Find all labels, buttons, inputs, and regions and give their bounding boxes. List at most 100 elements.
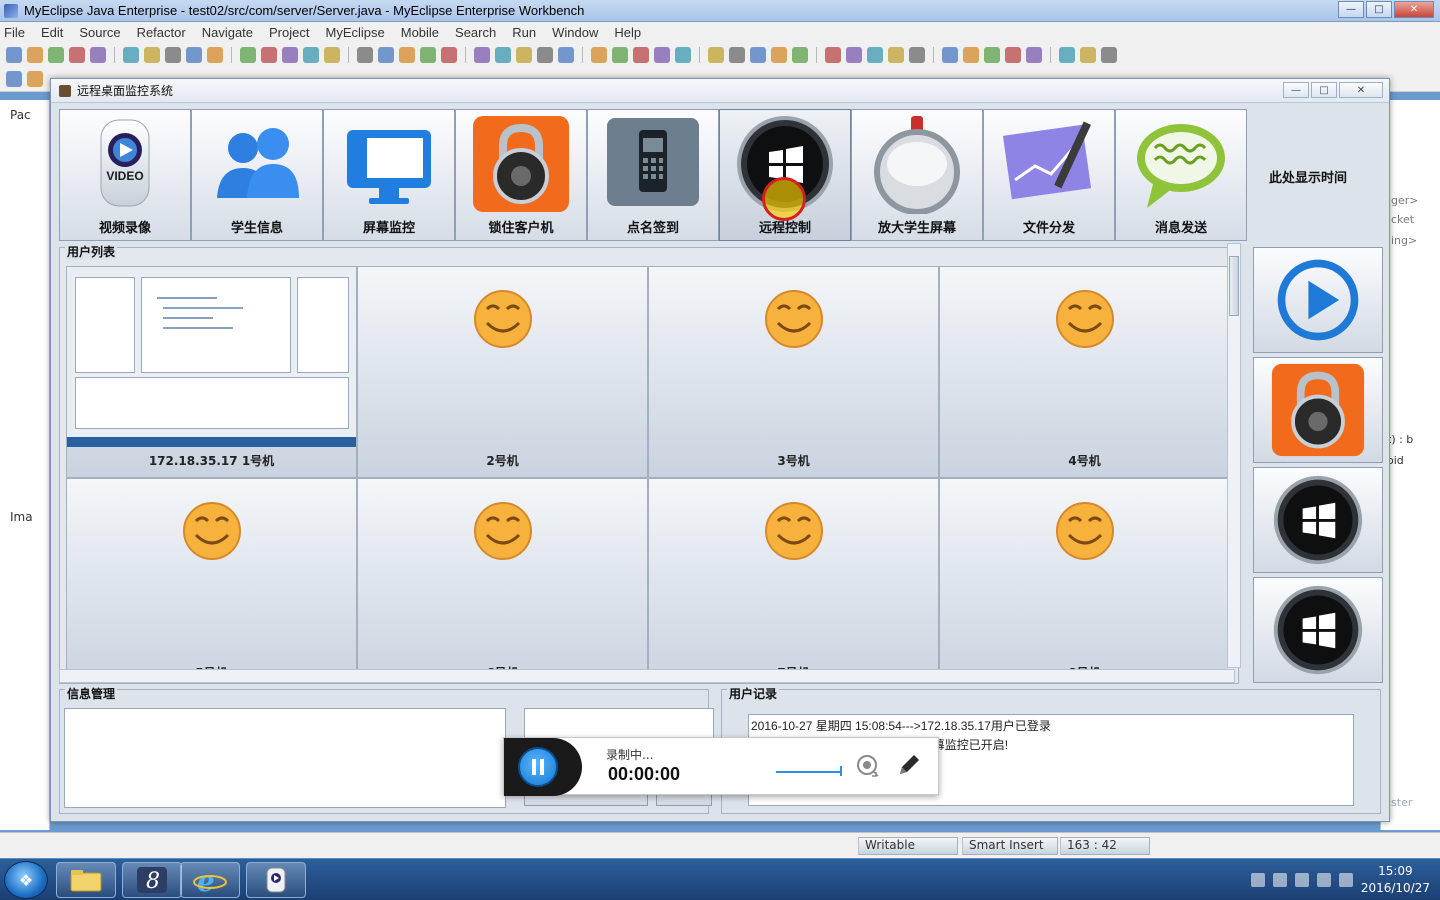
toolbar-icon[interactable]	[90, 47, 106, 63]
keyboard-icon[interactable]	[1250, 873, 1265, 887]
app-minimize-button[interactable]: —	[1283, 82, 1309, 98]
toolbar-icon[interactable]	[207, 47, 223, 63]
toolbar-icon[interactable]	[261, 47, 277, 63]
file-distribute-button[interactable]: 文件分发	[983, 109, 1115, 241]
ide-minimize-button[interactable]: —	[1338, 1, 1364, 18]
menu-run[interactable]: Run	[512, 25, 536, 40]
webcam-icon[interactable]	[856, 754, 880, 778]
toolbar-icon[interactable]	[1059, 47, 1075, 63]
image-view-tab[interactable]: Ima	[10, 510, 33, 524]
app-close-button[interactable]: ✕	[1339, 82, 1383, 98]
toolbar-icon[interactable]	[984, 47, 1000, 63]
toolbar-icon[interactable]	[558, 47, 574, 63]
ide-maximize-button[interactable]: □	[1366, 1, 1392, 18]
app-maximize-button[interactable]: □	[1311, 82, 1337, 98]
client-tile[interactable]: 2号机	[357, 266, 648, 478]
toolbar-icon[interactable]	[123, 47, 139, 63]
lock-client-button[interactable]: 锁住客户机	[455, 109, 587, 241]
client-tile[interactable]: 3号机	[648, 266, 939, 478]
toolbar-icon[interactable]	[1005, 47, 1021, 63]
toolbar-icon[interactable]	[942, 47, 958, 63]
toolbar-icon[interactable]	[495, 47, 511, 63]
start-button[interactable]: ❖	[4, 861, 48, 899]
toolbar-icon[interactable]	[165, 47, 181, 63]
scrollbar-thumb[interactable]	[1229, 256, 1239, 316]
client-tile[interactable]: 172.18.35.17 1号机	[66, 266, 357, 478]
toolbar-icon[interactable]	[675, 47, 691, 63]
toolbar-icon[interactable]	[963, 47, 979, 63]
menu-refactor[interactable]: Refactor	[137, 25, 186, 40]
roll-call-button[interactable]: 点名签到	[587, 109, 719, 241]
info-text-area[interactable]	[64, 708, 506, 808]
menu-window[interactable]: Window	[552, 25, 598, 40]
toolbar-icon[interactable]	[537, 47, 553, 63]
volume-slider-handle[interactable]	[840, 766, 842, 776]
screen-monitor-button[interactable]: 屏幕监控	[323, 109, 455, 241]
side-lock-button[interactable]	[1253, 357, 1383, 463]
client-tile[interactable]: 5号机	[66, 478, 357, 672]
send-message-button[interactable]: 消息发送	[1115, 109, 1247, 241]
toolbar-icon[interactable]	[867, 47, 883, 63]
side-play-button[interactable]	[1253, 247, 1383, 353]
network-icon[interactable]	[1294, 873, 1309, 887]
side-remote-control-button[interactable]	[1253, 467, 1383, 573]
menu-mobile[interactable]: Mobile	[401, 25, 439, 40]
user-list-vertical-scrollbar[interactable]	[1227, 243, 1241, 668]
toolbar-icon[interactable]	[1026, 47, 1042, 63]
student-info-button[interactable]: 学生信息	[191, 109, 323, 241]
toolbar-icon[interactable]	[186, 47, 202, 63]
side-remote-control-button-2[interactable]	[1253, 577, 1383, 683]
toolbar-icon[interactable]	[729, 47, 745, 63]
client-tile[interactable]: 8号机	[939, 478, 1228, 672]
toolbar-icon[interactable]	[420, 47, 436, 63]
ie-taskbar-button[interactable]: e	[180, 862, 240, 898]
menu-edit[interactable]: Edit	[41, 25, 63, 40]
toolbar-icon[interactable]	[750, 47, 766, 63]
toolbar-icon[interactable]	[591, 47, 607, 63]
video-record-button[interactable]: VIDEO 视频录像	[59, 109, 191, 241]
toolbar-icon[interactable]	[516, 47, 532, 63]
toolbar-icon[interactable]	[792, 47, 808, 63]
menu-help[interactable]: Help	[614, 25, 641, 40]
toolbar-icon[interactable]	[6, 71, 22, 87]
user-list-horizontal-scrollbar[interactable]	[59, 669, 1235, 683]
toolbar-icon[interactable]	[825, 47, 841, 63]
toolbar-icon[interactable]	[357, 47, 373, 63]
explorer-taskbar-button[interactable]	[56, 862, 116, 898]
client-tile[interactable]: 6号机	[357, 478, 648, 672]
taskbar-clock[interactable]: 15:09 2016/10/27	[1361, 863, 1430, 897]
menu-source[interactable]: Source	[79, 25, 120, 40]
toolbar-icon[interactable]	[888, 47, 904, 63]
toolbar-icon[interactable]	[1101, 47, 1117, 63]
menu-file[interactable]: File	[4, 25, 25, 40]
toolbar-icon[interactable]	[27, 47, 43, 63]
toolbar-icon[interactable]	[282, 47, 298, 63]
toolbar-icon[interactable]	[144, 47, 160, 63]
toolbar-icon[interactable]	[909, 47, 925, 63]
toolbar-icon[interactable]	[1080, 47, 1096, 63]
pen-annotate-icon[interactable]	[896, 752, 922, 778]
menu-myeclipse[interactable]: MyEclipse	[325, 25, 384, 40]
toolbar-icon[interactable]	[27, 71, 43, 87]
toolbar-icon[interactable]	[378, 47, 394, 63]
recorder-taskbar-button[interactable]	[246, 862, 306, 898]
menu-project[interactable]: Project	[269, 25, 309, 40]
toolbar-icon[interactable]	[474, 47, 490, 63]
menu-search[interactable]: Search	[455, 25, 496, 40]
pause-button[interactable]	[518, 747, 558, 787]
toolbar-icon[interactable]	[633, 47, 649, 63]
expand-tray-icon[interactable]	[1272, 873, 1287, 887]
toolbar-icon[interactable]	[399, 47, 415, 63]
volume-level-bar[interactable]	[776, 771, 840, 773]
toolbar-icon[interactable]	[708, 47, 724, 63]
magnify-screen-button[interactable]: 放大学生屏幕	[851, 109, 983, 241]
menu-navigate[interactable]: Navigate	[202, 25, 253, 40]
ide-close-button[interactable]: ✕	[1394, 1, 1434, 18]
toolbar-icon[interactable]	[612, 47, 628, 63]
toolbar-icon[interactable]	[303, 47, 319, 63]
toolbar-icon[interactable]	[846, 47, 862, 63]
client-tile[interactable]: 7号机	[648, 478, 939, 672]
toolbar-icon[interactable]	[654, 47, 670, 63]
toolbar-icon[interactable]	[240, 47, 256, 63]
flag-icon[interactable]	[1316, 873, 1331, 887]
